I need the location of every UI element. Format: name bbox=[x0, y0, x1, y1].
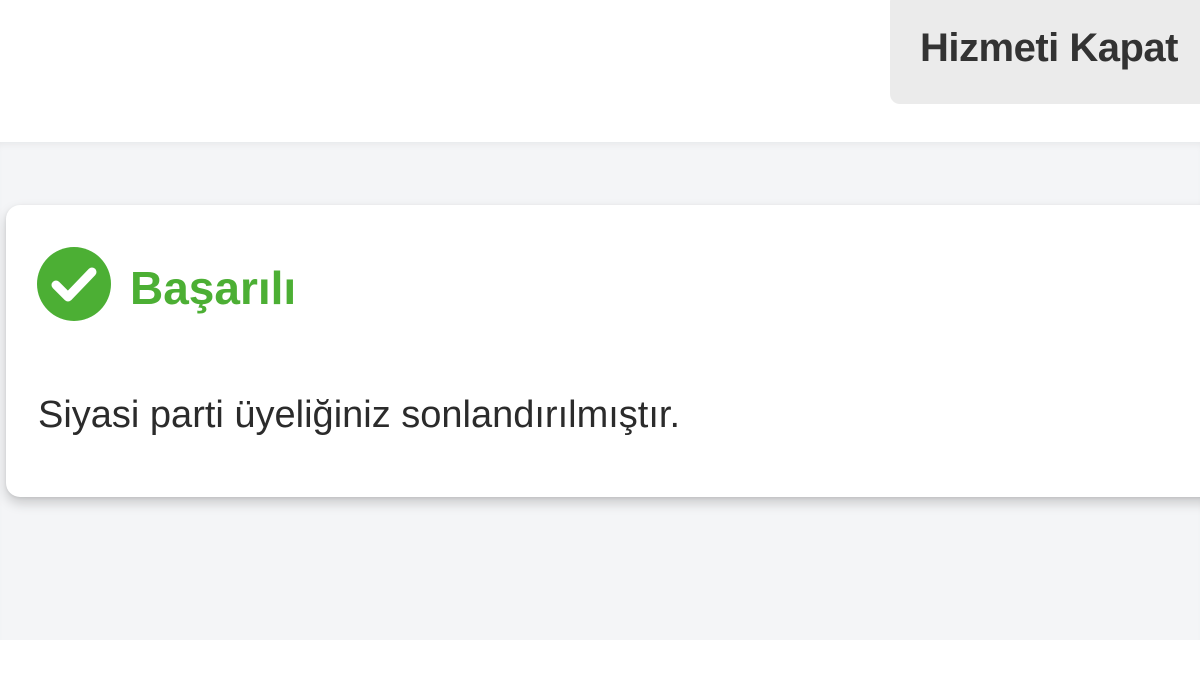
success-alert-card bbox=[6, 205, 1200, 497]
close-service-button-label: Hizmeti Kapat bbox=[920, 25, 1179, 70]
check-circle-icon bbox=[37, 247, 111, 321]
top-bar: Hizmeti Kapat bbox=[0, 0, 1200, 142]
bottom-strip bbox=[0, 640, 1200, 675]
close-service-button[interactable]: Hizmeti Kapat bbox=[890, 0, 1200, 104]
page: Hizmeti Kapat Başarılı Siyasi parti üyel… bbox=[0, 0, 1200, 675]
alert-title: Başarılı bbox=[130, 262, 297, 314]
alert-message: Siyasi parti üyeliğiniz sonlandırılmıştı… bbox=[38, 394, 681, 436]
